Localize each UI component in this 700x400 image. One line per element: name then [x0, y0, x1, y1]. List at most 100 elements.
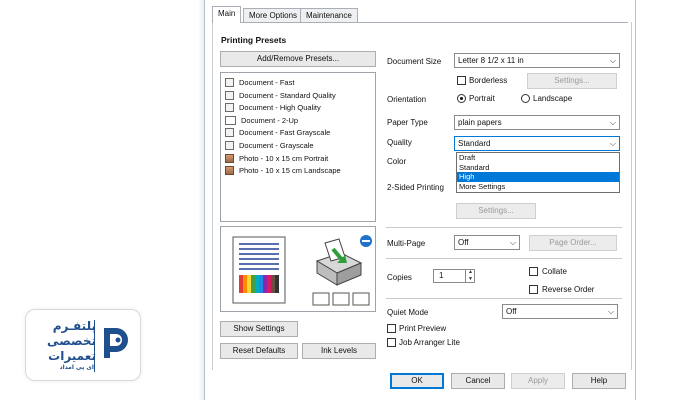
quality-option-more-settings[interactable]: More Settings — [457, 182, 619, 192]
two-sided-printing-label: 2-Sided Printing — [387, 183, 444, 192]
apply-button[interactable]: Apply — [511, 373, 565, 389]
quality-label: Quality — [387, 138, 412, 147]
ok-button[interactable]: OK — [390, 373, 444, 389]
tab-main-label: Main — [218, 9, 236, 18]
print-preview-checkbox[interactable] — [387, 324, 396, 333]
preset-label: Document - Standard Quality — [239, 90, 336, 100]
multi-page-value: Off — [458, 238, 469, 247]
document-icon — [225, 77, 234, 87]
borderless-label: Borderless — [469, 76, 508, 85]
logo-line-2: تخصصی — [47, 334, 96, 348]
collate-checkbox[interactable] — [529, 267, 538, 276]
copies-value: 1 — [439, 271, 444, 280]
quiet-mode-value: Off — [506, 307, 517, 316]
quiet-mode-label: Quiet Mode — [387, 308, 429, 317]
quality-option-high[interactable]: High — [457, 172, 619, 182]
cancel-button[interactable]: Cancel — [451, 373, 505, 389]
quiet-mode-select[interactable]: Off ⌵ — [502, 304, 618, 319]
color-label: Color — [387, 157, 407, 166]
orientation-label: Orientation — [387, 95, 427, 104]
logo-subtitle: ای پی امداد — [59, 364, 94, 371]
chevron-down-icon: ⌵ — [609, 56, 616, 65]
two-up-icon — [225, 115, 236, 125]
chevron-down-icon: ⌵ — [509, 238, 516, 247]
document-icon — [225, 140, 234, 150]
paper-type-label: Paper Type — [387, 118, 428, 127]
section-divider — [386, 258, 622, 259]
multi-page-label: Multi-Page — [387, 239, 426, 248]
logo-separator — [94, 320, 95, 372]
landscape-radio[interactable] — [521, 94, 530, 103]
reverse-order-label: Reverse Order — [542, 285, 595, 294]
print-preview-label: Print Preview — [399, 324, 447, 333]
copies-stepper[interactable]: ▲ ▼ — [465, 269, 475, 283]
job-arranger-lite-checkbox[interactable] — [387, 338, 396, 347]
tab-divider — [212, 22, 628, 23]
photo-icon — [225, 165, 234, 175]
preset-label: Photo - 10 x 15 cm Landscape — [239, 165, 341, 175]
document-size-value: Letter 8 1/2 x 11 in — [458, 56, 524, 65]
printer-icon — [315, 235, 372, 286]
section-divider — [386, 298, 622, 299]
preset-label: Document - Fast Grayscale — [239, 127, 331, 137]
document-icon — [225, 102, 234, 112]
tab-maintenance[interactable]: Maintenance — [300, 8, 358, 22]
preset-item[interactable]: Document - 2-Up — [225, 114, 298, 126]
landscape-label: Landscape — [533, 94, 573, 103]
preset-item[interactable]: Photo - 10 x 15 cm Landscape — [225, 164, 341, 176]
document-icon — [225, 90, 234, 100]
preset-item[interactable]: Document - Fast — [225, 76, 294, 88]
paper-source-icons — [312, 292, 370, 306]
tab-main[interactable]: Main — [212, 6, 242, 23]
reset-defaults-button[interactable]: Reset Defaults — [220, 343, 298, 359]
page-order-button[interactable]: Page Order... — [529, 235, 617, 251]
quality-option-standard[interactable]: Standard — [457, 163, 619, 173]
preset-label: Document - High Quality — [239, 102, 321, 112]
photo-icon — [225, 153, 234, 163]
presets-list: Document - Fast Document - Standard Qual… — [220, 72, 376, 222]
preset-item[interactable]: Document - Standard Quality — [225, 89, 336, 101]
document-icon — [225, 127, 234, 137]
add-remove-presets-button[interactable]: Add/Remove Presets... — [220, 51, 376, 67]
job-arranger-lite-label: Job Arranger Lite — [399, 338, 460, 347]
preset-item[interactable]: Document - Grayscale — [225, 139, 314, 151]
brand-logo-card: پلتفـرم تخصصی تعمیرات ای پی امداد — [25, 309, 141, 381]
preset-item[interactable]: Document - Fast Grayscale — [225, 126, 330, 138]
stepper-down-icon[interactable]: ▼ — [466, 276, 475, 283]
multi-page-select[interactable]: Off ⌵ — [454, 235, 520, 250]
chevron-down-icon: ⌵ — [609, 118, 616, 127]
preset-label: Document - Fast — [239, 77, 295, 87]
show-settings-button[interactable]: Show Settings — [220, 321, 298, 337]
preset-item[interactable]: Document - High Quality — [225, 101, 321, 113]
portrait-radio[interactable] — [457, 94, 466, 103]
logo-line-1: پلتفـرم — [52, 319, 96, 333]
preset-label: Document - Grayscale — [239, 140, 314, 150]
preview-illustration — [232, 235, 372, 306]
quality-value: Standard — [458, 139, 491, 148]
copies-label: Copies — [387, 273, 412, 282]
collate-label: Collate — [542, 267, 567, 276]
portrait-label: Portrait — [469, 94, 495, 103]
tab-more-options[interactable]: More Options — [243, 8, 304, 22]
tab-more-options-label: More Options — [249, 11, 298, 20]
reverse-order-checkbox[interactable] — [529, 285, 538, 294]
borderless-settings-button[interactable]: Settings... — [527, 73, 617, 89]
brand-emblem-icon — [104, 328, 128, 358]
chevron-down-icon: ⌵ — [609, 139, 616, 148]
logo-line-3: تعمیرات — [48, 349, 96, 363]
chevron-down-icon: ⌵ — [607, 307, 614, 316]
printing-presets-title: Printing Presets — [221, 35, 287, 45]
section-divider — [386, 227, 622, 228]
borderless-checkbox[interactable] — [457, 76, 466, 85]
two-sided-settings-button[interactable]: Settings... — [456, 203, 536, 219]
document-size-select[interactable]: Letter 8 1/2 x 11 in ⌵ — [454, 53, 620, 68]
print-preview-panel — [220, 226, 376, 312]
paper-type-value: plain papers — [458, 118, 502, 127]
help-button[interactable]: Help — [572, 373, 626, 389]
preset-item[interactable]: Photo - 10 x 15 cm Portrait — [225, 152, 328, 164]
quality-option-draft[interactable]: Draft — [457, 153, 619, 163]
ink-levels-button[interactable]: Ink Levels — [302, 343, 376, 359]
stepper-up-icon[interactable]: ▲ — [466, 269, 475, 276]
quality-select[interactable]: Standard ⌵ — [454, 136, 620, 151]
paper-type-select[interactable]: plain papers ⌵ — [454, 115, 620, 130]
